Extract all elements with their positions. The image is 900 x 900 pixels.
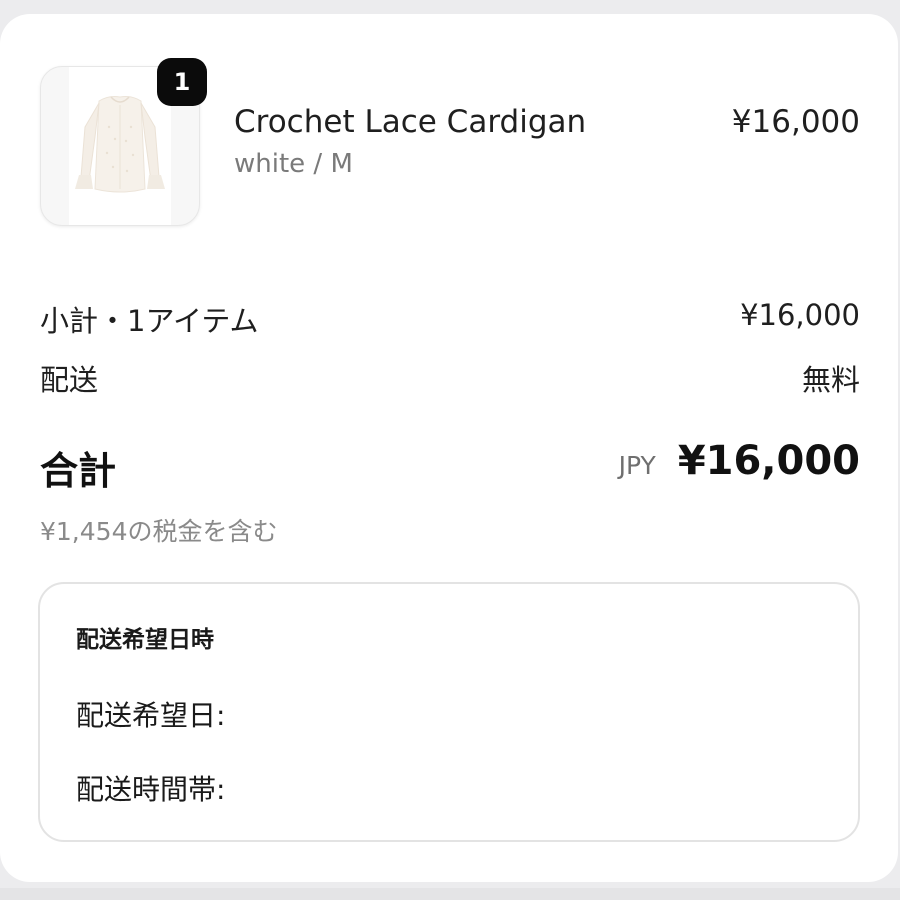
- bottom-edge: [0, 888, 900, 900]
- quantity-badge: 1: [157, 58, 207, 106]
- total-amount: JPY ¥16,000: [619, 438, 860, 484]
- subtotal-label: 小計・1アイテム: [40, 304, 259, 338]
- total-label: 合計: [40, 449, 117, 493]
- delivery-time-label: 配送時間帯:: [76, 773, 226, 806]
- cardigan-image: [69, 67, 171, 225]
- subtotal-value: ¥16,000: [740, 298, 860, 332]
- shipping-label: 配送: [40, 363, 99, 397]
- tax-note: ¥1,454の税金を含む: [40, 517, 278, 546]
- delivery-date-label: 配送希望日:: [76, 699, 226, 732]
- shipping-value: 無料: [801, 363, 860, 397]
- product-variant: white / M: [234, 149, 353, 179]
- delivery-preferences-box: 配送希望日時 配送希望日: 配送時間帯:: [38, 582, 860, 842]
- currency-code: JPY: [618, 451, 656, 480]
- product-price: ¥16,000: [731, 104, 860, 140]
- delivery-title: 配送希望日時: [76, 627, 214, 653]
- total-value: ¥16,000: [677, 438, 860, 484]
- product-name: Crochet Lace Cardigan: [234, 104, 587, 140]
